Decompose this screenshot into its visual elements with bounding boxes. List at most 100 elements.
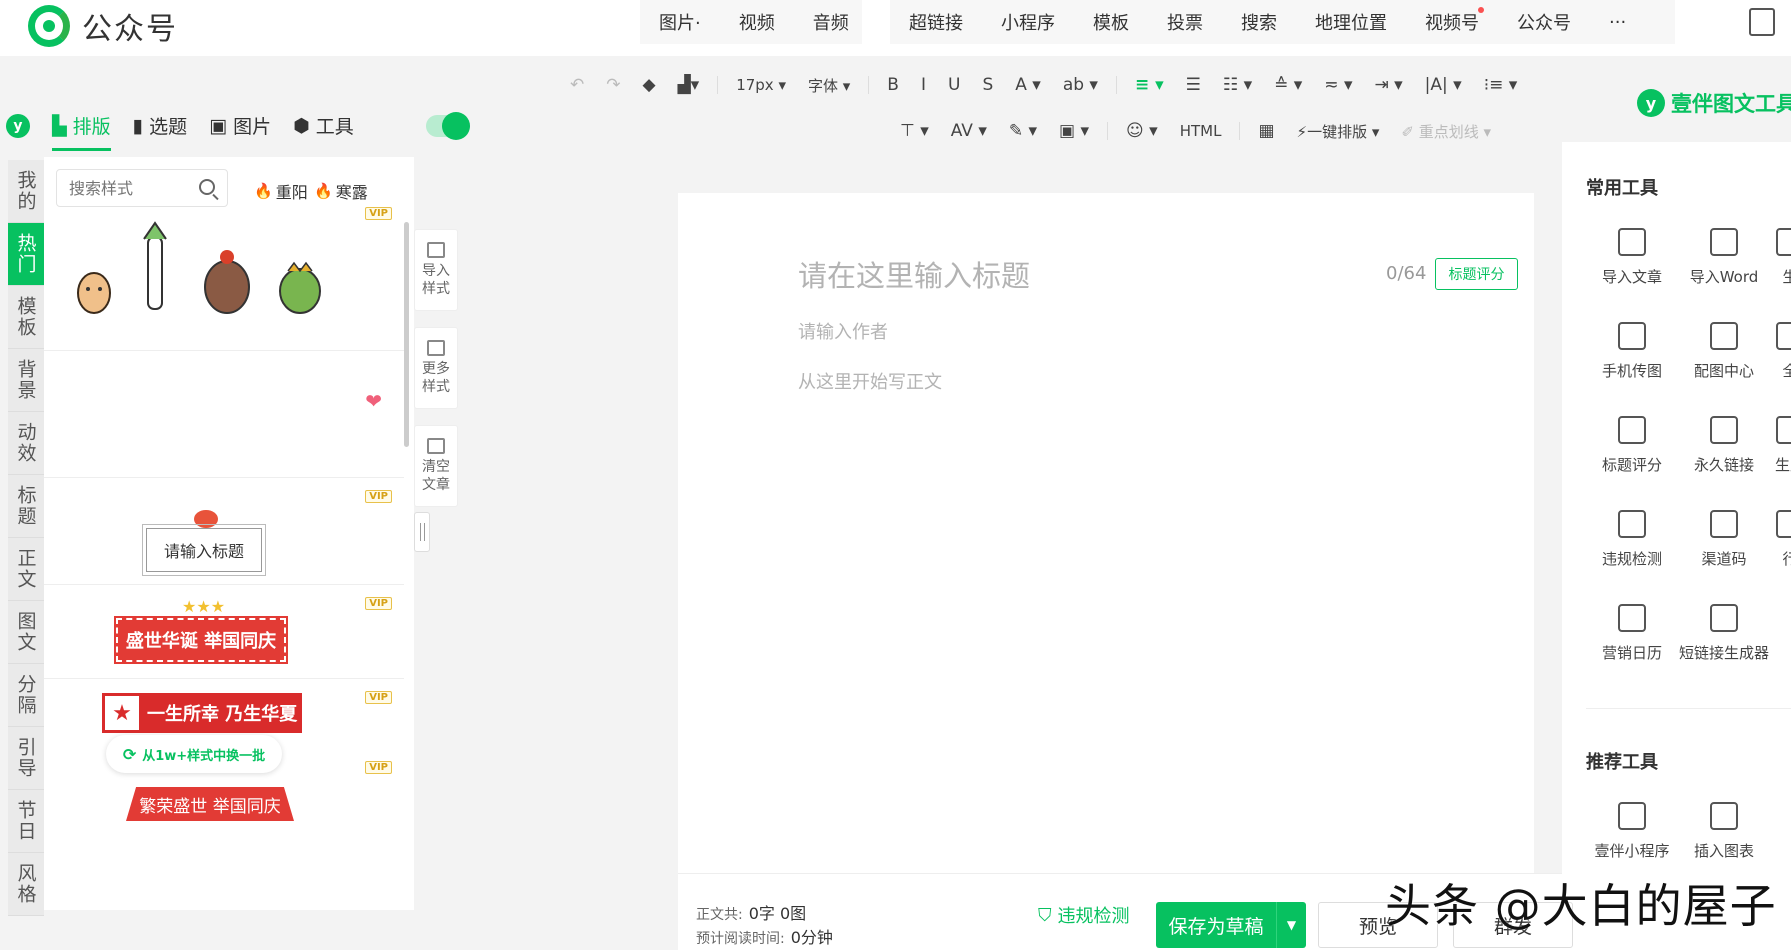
spacing-after-icon[interactable]: ≂ ▾ [1314, 70, 1362, 100]
undo-icon[interactable]: ↶ [560, 70, 594, 100]
tool-phone-upload[interactable]: 手机传图 [1586, 322, 1678, 381]
image-icon[interactable]: ▣ ▾ [1049, 116, 1099, 146]
styles-scrollbar[interactable] [404, 222, 409, 447]
insert-widgets-group: 超链接 小程序 模板 投票 搜索 地理位置 视频号 公众号 ··· [890, 0, 1675, 44]
indent-icon[interactable]: ☰ [1176, 70, 1211, 100]
insert-insert_group_2-2[interactable]: 模板 [1074, 9, 1148, 35]
align-icon[interactable]: ≡ ▾ [1125, 70, 1174, 100]
insert-insert_group_2-8[interactable]: ··· [1590, 12, 1645, 33]
tool-generate[interactable]: 生 [1770, 228, 1791, 287]
category-tab-4[interactable]: 动效 [8, 412, 44, 475]
magic-pen-icon[interactable]: ✎ ▾ [999, 116, 1047, 146]
tool-image-center[interactable]: 配图中心 [1678, 322, 1770, 381]
panel-resize-handle[interactable] [414, 512, 430, 552]
eraser-icon[interactable]: ◆ [633, 70, 666, 100]
one-click-layout-button[interactable]: ⚡一键排版 ▾ [1287, 116, 1390, 146]
bold-icon[interactable]: B [877, 70, 909, 100]
tool-full[interactable]: 全 [1770, 322, 1791, 381]
insert-insert_group_2-6[interactable]: 视频号 [1406, 7, 1498, 35]
style-card-banner-1[interactable]: VIP ★★★ 盛世华诞 举国同庆 [44, 585, 404, 679]
category-tab-11[interactable]: 风格 [8, 853, 44, 916]
tool-insert-chart[interactable]: 插入图表 [1678, 802, 1770, 861]
insert-insert_group_1-1[interactable]: 视频 [720, 9, 794, 35]
title-char-counter: 0/64 [1386, 263, 1427, 284]
style-card-title-box[interactable]: VIP 请输入标题 [44, 478, 404, 585]
format-painter-icon[interactable]: ▟▾ [668, 70, 710, 100]
nav-tab-3[interactable]: ⬢ 工具 [293, 112, 354, 139]
tool-more[interactable]: 行 [1770, 510, 1791, 569]
chevron-down-icon[interactable]: ▼ [1276, 902, 1306, 948]
kerning-icon[interactable]: AV ▾ [941, 116, 997, 146]
panel-toggle-switch[interactable] [425, 111, 470, 140]
violation-check-button[interactable]: ⛉ 违规检测 [1038, 902, 1130, 928]
insert-insert_group_1-2[interactable]: 音频 [794, 9, 868, 35]
title-score-button[interactable]: 标题评分 [1435, 258, 1518, 290]
insert-insert_group_1-0[interactable]: 图片· [640, 9, 720, 35]
indent-list-icon[interactable]: ⇥ ▾ [1364, 70, 1412, 100]
tool-marketing-calendar[interactable]: 营销日历 [1586, 604, 1678, 663]
emoji-icon[interactable]: ☺ ▾ [1116, 116, 1168, 146]
category-tab-9[interactable]: 引导 [8, 727, 44, 790]
category-tab-3[interactable]: 背景 [8, 349, 44, 412]
font-size-select[interactable]: 17px ▾ [726, 70, 796, 100]
html-icon[interactable]: HTML [1170, 116, 1232, 146]
more-styles-button[interactable]: 更多样式 [414, 327, 458, 409]
nav-tab-2[interactable]: ▣ 图片 [209, 112, 271, 139]
clear-article-button[interactable]: 清空文章 [414, 425, 458, 507]
tool-import-word[interactable]: 导入Word [1678, 228, 1770, 287]
author-input[interactable]: 请输入作者 [798, 318, 888, 344]
tool-yiban-mini-program[interactable]: 壹伴小程序 [1586, 802, 1678, 861]
category-tab-7[interactable]: 图文 [8, 601, 44, 664]
tool-label: 营销日历 [1601, 644, 1662, 662]
category-tab-0[interactable]: 我的 [8, 160, 44, 223]
tool-short-link-generator[interactable]: 短链接生成器 [1678, 604, 1770, 663]
strikethrough-icon[interactable]: S [972, 70, 1003, 100]
brand[interactable]: 公众号 [28, 4, 178, 48]
category-tab-10[interactable]: 节日 [8, 790, 44, 853]
key-underline-button[interactable]: ✐ 重点划线 ▾ [1391, 116, 1501, 146]
import-style-button[interactable]: 导入样式 [414, 229, 458, 311]
title-input[interactable]: 请在这里输入标题 [798, 253, 1030, 295]
nav-tab-icon: ▣ [209, 114, 228, 137]
highlight-icon[interactable]: ab ▾ [1053, 70, 1108, 100]
category-tab-6[interactable]: 正文 [8, 538, 44, 601]
body-input[interactable]: 从这里开始写正文 [798, 368, 942, 394]
style-card-heart[interactable]: ❤ [44, 351, 404, 478]
insert-insert_group_2-4[interactable]: 搜索 [1222, 9, 1296, 35]
insert-insert_group_2-0[interactable]: 超链接 [890, 9, 982, 35]
tool-generate-2[interactable]: 生成 [1770, 416, 1791, 475]
tool-permanent-link[interactable]: 永久链接 [1678, 416, 1770, 475]
style-card-banner-3[interactable]: VIP 繁荣盛世 举国同庆 [44, 749, 404, 829]
style-card-characters[interactable]: VIP [44, 195, 404, 351]
redo-icon[interactable]: ↷ [596, 70, 630, 100]
save-draft-button[interactable]: 保存为草稿 ▼ [1156, 902, 1306, 948]
paragraph-spacing-icon[interactable]: ≙ ▾ [1264, 70, 1312, 100]
tool-import-article[interactable]: 导入文章 [1586, 228, 1678, 287]
full-icon [1776, 322, 1791, 350]
font-family-select[interactable]: 字体 ▾ [798, 70, 860, 100]
divider-icon[interactable]: ⊤ ▾ [890, 116, 939, 146]
insert-insert_group_2-3[interactable]: 投票 [1148, 9, 1222, 35]
tool-violation-check[interactable]: 违规检测 [1586, 510, 1678, 569]
italic-icon[interactable]: I [911, 70, 936, 100]
category-tab-1[interactable]: 热门 [8, 223, 44, 286]
nav-tab-0[interactable]: ▙ 排版 [52, 112, 111, 151]
category-tab-8[interactable]: 分隔 [8, 664, 44, 727]
search-icon[interactable] [199, 179, 215, 195]
category-tab-2[interactable]: 模板 [8, 286, 44, 349]
insert-insert_group_2-5[interactable]: 地理位置 [1296, 9, 1406, 35]
tool-title-score[interactable]: 标题评分 [1586, 416, 1678, 475]
tool-channel-code[interactable]: 渠道码 [1678, 510, 1770, 569]
insert-insert_group_2-7[interactable]: 公众号 [1498, 9, 1590, 35]
generate-2-icon [1776, 416, 1791, 444]
toolbox-icon[interactable]: ▦ [1248, 116, 1284, 146]
underline-icon[interactable]: U [938, 70, 970, 100]
letter-spacing-icon[interactable]: |A| ▾ [1415, 70, 1472, 100]
insert-insert_group_2-1[interactable]: 小程序 [982, 9, 1074, 35]
list-icon[interactable]: ⁝≡ ▾ [1474, 70, 1528, 100]
font-color-icon[interactable]: A ▾ [1005, 70, 1051, 100]
category-tab-5[interactable]: 标题 [8, 475, 44, 538]
document-icon[interactable] [1749, 8, 1775, 36]
line-height-icon[interactable]: ☷ ▾ [1213, 70, 1262, 100]
nav-tab-1[interactable]: ▮ 选题 [133, 112, 187, 139]
